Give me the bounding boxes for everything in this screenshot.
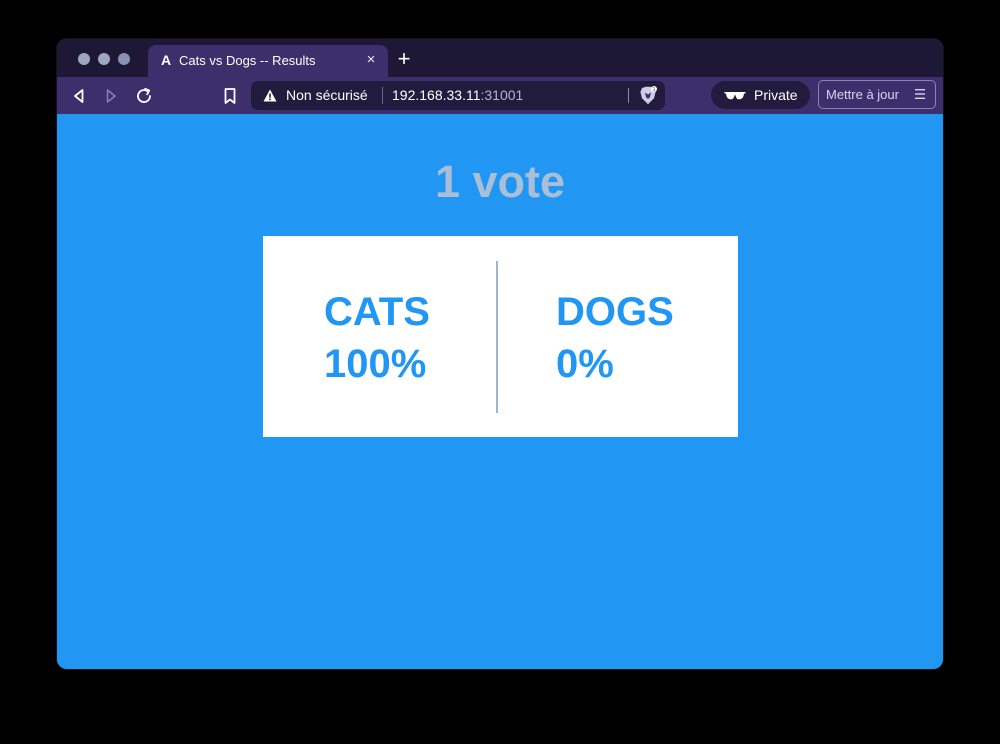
warning-icon xyxy=(263,89,277,102)
site-favicon-icon: A xyxy=(160,52,172,68)
private-label: Private xyxy=(754,87,798,103)
cats-label: CATS xyxy=(324,290,430,334)
cats-percent: 100% xyxy=(324,342,427,386)
url-host: 192.168.33.11 xyxy=(392,87,481,103)
url-shield-separator xyxy=(628,88,629,103)
address-bar[interactable]: Non sécurisé 192.168.33.11:31001 1 xyxy=(251,81,665,110)
back-arrow-icon[interactable] xyxy=(67,84,91,108)
url-text[interactable]: 192.168.33.11:31001 xyxy=(392,87,523,103)
tab-results[interactable]: A Cats vs Dogs -- Results × xyxy=(148,45,388,77)
zoom-window-button[interactable] xyxy=(118,53,130,65)
update-button[interactable]: Mettre à jour xyxy=(818,80,936,109)
url-separator xyxy=(382,87,383,104)
page-content: 1 vote CATS 100% DOGS 0% xyxy=(57,114,943,669)
svg-text:1: 1 xyxy=(653,87,656,93)
vote-count: 1 vote xyxy=(434,156,566,207)
security-status[interactable]: Non sécurisé xyxy=(286,87,368,103)
results-card: CATS 100% DOGS 0% xyxy=(263,236,738,437)
title-bar: A Cats vs Dogs -- Results × + xyxy=(57,39,943,77)
url-port: :31001 xyxy=(480,87,524,103)
dogs-percent: 0% xyxy=(556,342,614,386)
menu-icon xyxy=(915,89,925,99)
close-window-button[interactable] xyxy=(78,53,90,65)
update-label: Mettre à jour xyxy=(826,87,899,102)
bookmark-icon[interactable] xyxy=(218,84,242,108)
new-tab-icon[interactable]: + xyxy=(394,48,414,70)
close-tab-icon[interactable]: × xyxy=(362,51,380,69)
results-divider xyxy=(496,261,498,413)
browser-window: A Cats vs Dogs -- Results × + Non sécuri… xyxy=(57,39,943,669)
private-glasses-icon xyxy=(724,92,746,100)
brave-shield-icon[interactable]: 1 xyxy=(639,86,657,105)
minimize-window-button[interactable] xyxy=(98,53,110,65)
reload-icon[interactable] xyxy=(132,84,156,108)
dogs-label: DOGS xyxy=(556,290,674,334)
browser-toolbar: Non sécurisé 192.168.33.11:31001 1 Priva… xyxy=(57,77,943,114)
tab-title: Cats vs Dogs -- Results xyxy=(179,53,316,68)
private-window-indicator[interactable]: Private xyxy=(711,81,810,109)
forward-arrow-icon[interactable] xyxy=(99,84,123,108)
